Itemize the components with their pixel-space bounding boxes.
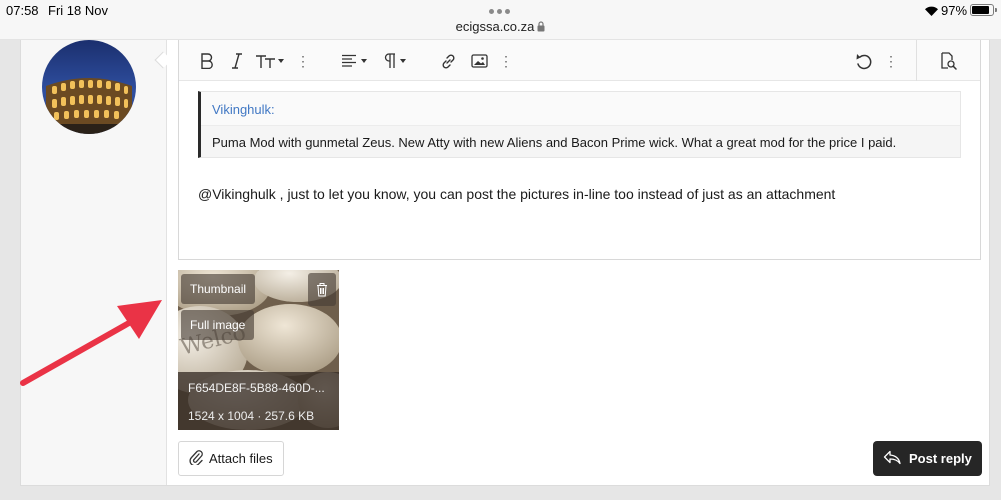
rich-text-editor[interactable]: ⋮ ⋮ ⋮ Vikinghulk: Puma Mod with gunmetal… [178,40,981,260]
insert-full-image-button[interactable]: Full image [181,310,255,340]
more-icon[interactable]: ⋮ [884,50,898,72]
more-icon[interactable]: ⋮ [296,50,310,72]
status-bar: 07:58 Fri 18 Nov ecigssa.co.za 97% [0,0,1001,40]
lock-icon [537,20,545,35]
user-column [21,40,167,485]
more-icon[interactable]: ⋮ [499,50,513,72]
wifi-icon [924,4,939,22]
quote-author-link[interactable]: Vikinghulk: [212,102,275,117]
attachment-thumbnail[interactable]: Welco Thumbnail Full image F654DE8F-5B88… [178,270,339,430]
align-icon[interactable] [340,50,370,72]
attach-files-button[interactable]: Attach files [178,441,284,476]
battery-percentage: 97% [941,3,968,18]
reply-card: ⋮ ⋮ ⋮ Vikinghulk: Puma Mod with gunmetal… [20,40,990,486]
paragraph-icon[interactable] [382,50,410,72]
status-time: 07:58 [6,3,39,18]
undo-icon[interactable] [854,50,874,72]
post-reply-label: Post reply [909,451,972,466]
text-size-icon[interactable] [254,50,286,72]
status-date: Fri 18 Nov [48,3,108,18]
multitasking-dots-icon[interactable] [489,9,511,14]
italic-icon[interactable] [228,50,246,72]
preview-icon[interactable] [938,50,958,72]
url-text: ecigssa.co.za [455,19,535,34]
editor-toolbar: ⋮ ⋮ ⋮ [179,40,980,81]
paperclip-icon [189,449,203,468]
message-text: @Vikinghulk , just to let you know, you … [198,186,836,202]
attach-files-label: Attach files [209,451,273,466]
quote-text: Puma Mod with gunmetal Zeus. New Atty wi… [212,135,897,150]
attachment-filename: F654DE8F-5B88-460D-... [188,381,325,395]
battery-icon [970,4,997,16]
insert-thumbnail-button[interactable]: Thumbnail [181,274,256,304]
attachment-meta: 1524 x 1004 · 257.6 KB [188,409,315,423]
bold-icon[interactable] [197,50,217,72]
address-bar[interactable]: ecigssa.co.za [0,19,1001,35]
link-icon[interactable] [438,50,458,72]
attachment-info: F654DE8F-5B88-460D-... 1524 x 1004 · 257… [178,372,339,430]
post-reply-button[interactable]: Post reply [873,441,982,476]
trash-icon[interactable] [308,273,336,306]
image-icon[interactable] [469,50,489,72]
avatar[interactable] [42,40,136,134]
quote-block: Vikinghulk: Puma Mod with gunmetal Zeus.… [198,91,961,158]
reply-icon [883,450,901,468]
